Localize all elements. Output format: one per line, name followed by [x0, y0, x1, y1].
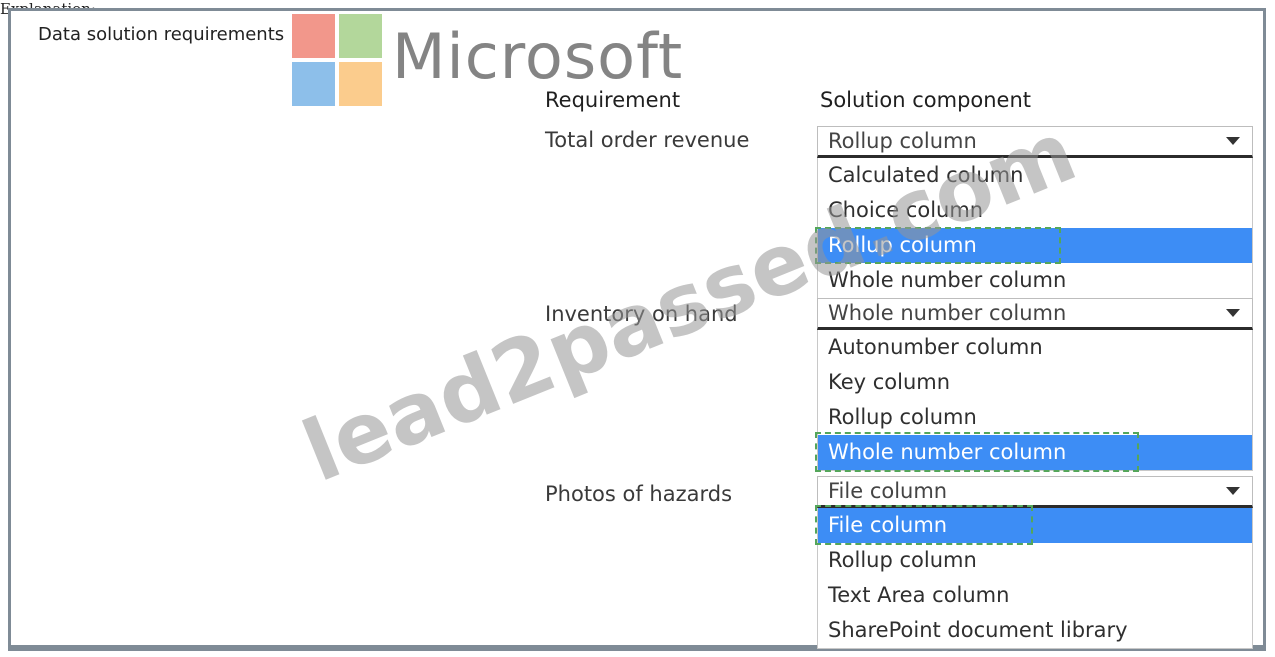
option-whole-number-column[interactable]: Whole number column	[818, 263, 1252, 298]
option-file-column-selected[interactable]: File column	[818, 508, 1252, 543]
inventory-on-hand-options: Autonumber column Key column Rollup colu…	[817, 330, 1253, 471]
solution-component-column-header: Solution component	[820, 88, 1032, 112]
microsoft-logo-watermark	[292, 14, 382, 106]
requirement-photos-of-hazards: Photos of hazards	[545, 482, 733, 506]
option-autonumber-column[interactable]: Autonumber column	[818, 330, 1252, 365]
microsoft-wordmark-watermark: Microsoft	[392, 20, 684, 93]
photos-of-hazards-dropdown[interactable]: File column	[817, 476, 1253, 508]
inventory-on-hand-dropdown[interactable]: Whole number column	[817, 298, 1253, 330]
option-rollup-column[interactable]: Rollup column	[818, 400, 1252, 435]
logo-square-red	[292, 14, 335, 58]
total-order-revenue-options: Calculated column Choice column Rollup c…	[817, 158, 1253, 299]
dropdown-selected-value: Rollup column	[828, 129, 977, 153]
chevron-down-icon[interactable]	[1226, 137, 1240, 145]
dropdown-selected-value: Whole number column	[828, 301, 1067, 325]
option-whole-number-column-selected[interactable]: Whole number column	[818, 435, 1252, 470]
option-rollup-column[interactable]: Rollup column	[818, 543, 1252, 578]
option-choice-column[interactable]: Choice column	[818, 193, 1252, 228]
photos-of-hazards-options: File column Rollup column Text Area colu…	[817, 508, 1253, 649]
logo-square-blue	[292, 62, 335, 106]
option-sharepoint-document-library[interactable]: SharePoint document library	[818, 613, 1252, 648]
logo-square-green	[339, 14, 382, 58]
option-calculated-column[interactable]: Calculated column	[818, 158, 1252, 193]
chevron-down-icon[interactable]	[1226, 309, 1240, 317]
option-key-column[interactable]: Key column	[818, 365, 1252, 400]
total-order-revenue-dropdown[interactable]: Rollup column	[817, 126, 1253, 158]
option-rollup-column-selected[interactable]: Rollup column	[818, 228, 1252, 263]
dropdown-selected-value: File column	[828, 479, 948, 503]
section-title: Data solution requirements	[38, 24, 285, 45]
requirement-inventory-on-hand: Inventory on hand	[545, 302, 738, 326]
logo-square-orange	[339, 62, 382, 106]
chevron-down-icon[interactable]	[1226, 487, 1240, 495]
requirement-total-order-revenue: Total order revenue	[545, 128, 750, 152]
option-text-area-column[interactable]: Text Area column	[818, 578, 1252, 613]
